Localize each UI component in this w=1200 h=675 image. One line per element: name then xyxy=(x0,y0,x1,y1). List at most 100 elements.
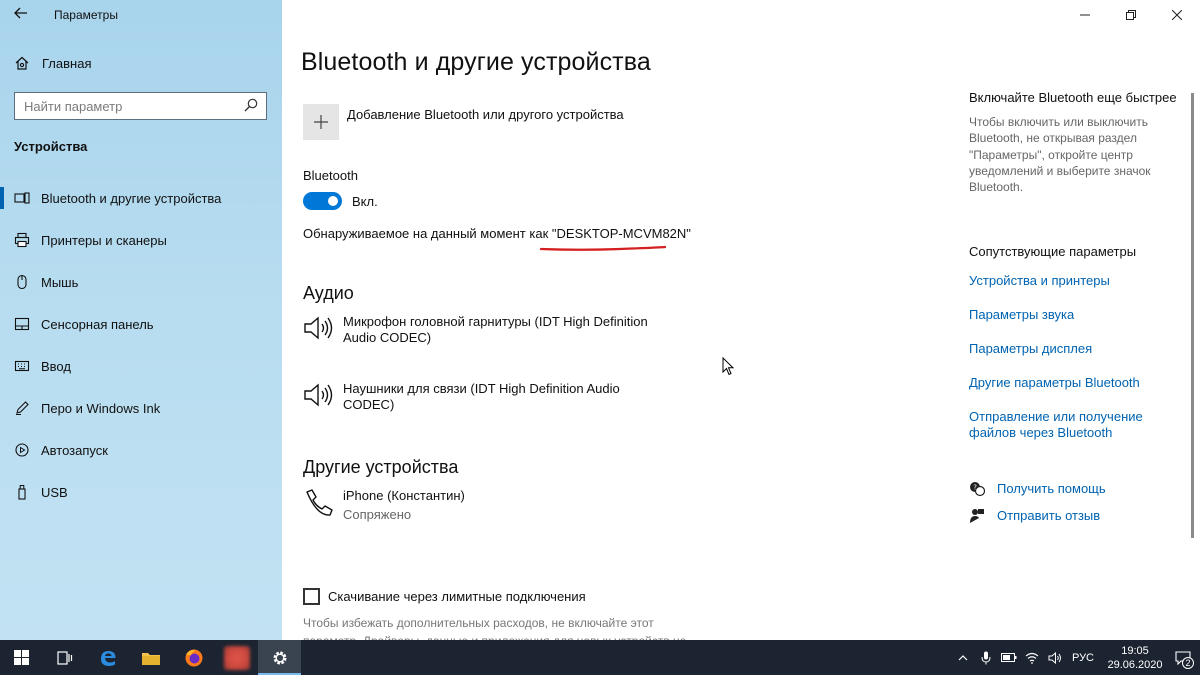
help-section: ? Получить помощь Отправить отзыв xyxy=(969,480,1106,534)
sidebar-item-usb[interactable]: USB xyxy=(0,471,282,513)
taskbar: РУС 19:05 29.06.2020 2 xyxy=(0,640,1200,675)
tips-text: Чтобы включить или выключить Bluetooth, … xyxy=(969,115,1151,195)
action-center-button[interactable]: 2 xyxy=(1166,640,1200,675)
add-device-button[interactable] xyxy=(303,104,339,140)
sidebar-item-autoplay[interactable]: Автозапуск xyxy=(0,429,282,471)
autoplay-icon xyxy=(14,442,30,458)
title-bar: Параметры xyxy=(0,0,282,30)
sidebar-item-touchpad[interactable]: Сенсорная панель xyxy=(0,303,282,345)
search-input[interactable] xyxy=(24,98,234,114)
audio-heading: Аудио xyxy=(303,283,354,303)
keyboard-icon xyxy=(14,358,30,374)
other-device-item[interactable]: iPhone (Константин) Сопряжено xyxy=(303,488,663,523)
clock-date: 29.06.2020 xyxy=(1107,658,1163,671)
link-sound-settings[interactable]: Параметры звука xyxy=(969,307,1189,323)
main-content: Bluetooth и другие устройства Добавление… xyxy=(282,0,942,640)
bluetooth-state: Вкл. xyxy=(352,194,378,209)
sidebar-item-printers[interactable]: Принтеры и сканеры xyxy=(0,219,282,261)
wifi-icon xyxy=(1025,652,1039,664)
bluetooth-devices-icon xyxy=(14,190,30,206)
home-link[interactable]: Главная xyxy=(14,55,91,71)
restore-icon xyxy=(1126,10,1136,20)
home-label: Главная xyxy=(42,55,92,71)
tray-volume[interactable] xyxy=(1044,640,1066,675)
system-tray: РУС 19:05 29.06.2020 2 xyxy=(951,640,1200,675)
notification-count: 2 xyxy=(1182,657,1194,669)
metered-label: Скачивание через лимитные подключения xyxy=(328,589,586,604)
audio-device-item[interactable]: Наушники для связи (IDT High Definition … xyxy=(303,381,663,413)
plus-icon xyxy=(314,115,328,129)
pen-icon xyxy=(14,400,30,416)
sidebar-item-mouse[interactable]: Мышь xyxy=(0,261,282,303)
back-button[interactable] xyxy=(10,5,32,25)
show-hidden-icons[interactable] xyxy=(952,640,974,675)
sidebar-item-label: Принтеры и сканеры xyxy=(41,232,167,248)
sidebar-item-label: USB xyxy=(41,484,68,500)
clock[interactable]: 19:05 29.06.2020 xyxy=(1104,644,1166,672)
scrollbar[interactable] xyxy=(1191,93,1194,538)
speaker-icon xyxy=(304,316,333,340)
device-name-label: Микрофон головной гарнитуры (IDT High De… xyxy=(343,314,648,345)
close-icon xyxy=(1172,10,1182,20)
link-send-receive-files[interactable]: Отправление или получение файлов через B… xyxy=(969,409,1189,441)
phone-icon xyxy=(306,489,333,516)
tray-microphone[interactable] xyxy=(975,640,997,675)
home-icon xyxy=(15,56,29,70)
red-underline-annotation xyxy=(540,245,666,251)
add-device-row[interactable]: Добавление Bluetooth или другого устройс… xyxy=(303,104,624,140)
taskbar-settings[interactable] xyxy=(258,640,301,675)
search-icon[interactable] xyxy=(244,98,258,112)
sidebar-item-label: Сенсорная панель xyxy=(41,316,154,332)
blurred-app-icon xyxy=(223,645,250,670)
sidebar-item-pen[interactable]: Перо и Windows Ink xyxy=(0,387,282,429)
minimize-icon xyxy=(1080,14,1090,16)
window-controls xyxy=(1062,0,1200,30)
send-feedback-link[interactable]: Отправить отзыв xyxy=(997,508,1100,524)
sidebar: Параметры Главная Устройства Bluetooth и… xyxy=(0,0,282,640)
link-devices-printers[interactable]: Устройства и принтеры xyxy=(969,273,1189,289)
tips-panel: Включайте Bluetooth еще быстрее Чтобы вк… xyxy=(969,90,1184,195)
link-more-bluetooth[interactable]: Другие параметры Bluetooth xyxy=(969,375,1189,391)
audio-device-item[interactable]: Микрофон головной гарнитуры (IDT High De… xyxy=(303,314,663,346)
metered-setting[interactable]: Скачивание через лимитные подключения xyxy=(303,588,586,605)
input-language[interactable]: РУС xyxy=(1072,652,1094,664)
minimize-button[interactable] xyxy=(1062,0,1108,30)
folder-icon xyxy=(141,652,160,665)
discoverable-prefix: Обнаруживаемое на данный момент как xyxy=(303,226,552,241)
close-button[interactable] xyxy=(1154,0,1200,30)
microphone-icon xyxy=(981,651,991,664)
sidebar-item-bluetooth[interactable]: Bluetooth и другие устройства xyxy=(0,177,282,219)
link-display-settings[interactable]: Параметры дисплея xyxy=(969,341,1189,357)
start-button[interactable] xyxy=(0,640,43,675)
touchpad-icon xyxy=(14,316,30,332)
get-help-row[interactable]: ? Получить помощь xyxy=(969,480,1106,497)
bluetooth-toggle[interactable] xyxy=(303,192,342,210)
device-name-label: iPhone (Константин) xyxy=(343,488,465,503)
related-settings: Сопутствующие параметры Устройства и при… xyxy=(969,244,1189,459)
svg-text:?: ? xyxy=(973,483,977,491)
add-device-label[interactable]: Добавление Bluetooth или другого устройс… xyxy=(347,107,624,122)
restore-button[interactable] xyxy=(1108,0,1154,30)
tray-battery[interactable] xyxy=(998,640,1020,675)
clock-time: 19:05 xyxy=(1121,644,1149,657)
taskbar-blurred-app[interactable] xyxy=(215,640,258,675)
tips-heading: Включайте Bluetooth еще быстрее xyxy=(969,90,1177,105)
metered-checkbox[interactable] xyxy=(303,588,320,605)
discoverable-text: Обнаруживаемое на данный момент как "DES… xyxy=(303,226,691,241)
other-devices-heading: Другие устройства xyxy=(303,457,459,477)
task-view-icon xyxy=(56,650,72,665)
feedback-row[interactable]: Отправить отзыв xyxy=(969,507,1106,524)
sidebar-item-label: Перо и Windows Ink xyxy=(41,400,161,416)
feedback-icon xyxy=(970,508,984,523)
taskbar-file-explorer[interactable] xyxy=(129,640,172,675)
taskbar-firefox[interactable] xyxy=(172,640,215,675)
search-box[interactable] xyxy=(14,92,267,120)
get-help-link[interactable]: Получить помощь xyxy=(997,481,1106,497)
sidebar-item-typing[interactable]: Ввод xyxy=(0,345,282,387)
metered-description: Чтобы избежать дополнительных расходов, … xyxy=(303,616,686,640)
tray-wifi[interactable] xyxy=(1021,640,1043,675)
windows-logo-icon xyxy=(14,650,29,665)
firefox-icon xyxy=(185,649,202,666)
task-view-button[interactable] xyxy=(43,640,86,675)
taskbar-edge[interactable] xyxy=(86,640,129,675)
